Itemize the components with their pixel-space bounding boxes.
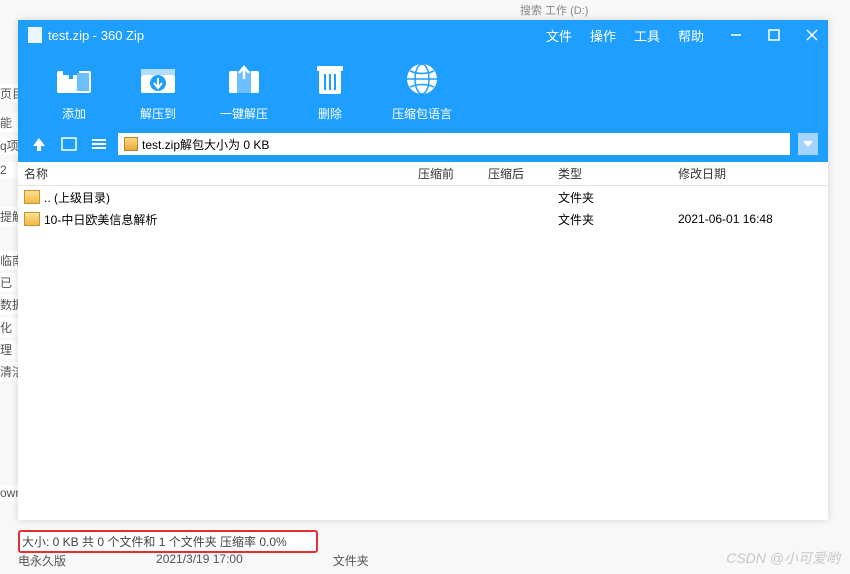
toolbar: 添加 解压到 一键解压 删除 压缩包语言 — [18, 50, 828, 130]
menu-bar: 文件 操作 工具 帮助 — [546, 26, 704, 45]
table-row[interactable]: .. (上级目录) 文件夹 — [18, 186, 828, 208]
minimize-button[interactable] — [724, 23, 748, 47]
col-pre[interactable]: 压缩前 — [418, 165, 488, 182]
col-name[interactable]: 名称 — [24, 165, 418, 182]
path-dropdown-button[interactable] — [798, 133, 818, 155]
search-remnant: 搜索 工作 (D:) — [520, 2, 588, 18]
col-type[interactable]: 类型 — [558, 165, 678, 182]
table-row[interactable]: 10-中日欧美信息解析 文件夹 2021-06-01 16:48 — [18, 208, 828, 230]
archive-icon — [124, 137, 138, 151]
oneclick-icon — [222, 59, 266, 99]
nav-bar: test.zip解包大小为 0 KB — [18, 130, 828, 162]
path-text: test.zip解包大小为 0 KB — [142, 136, 269, 153]
path-bar[interactable]: test.zip解包大小为 0 KB — [118, 133, 790, 155]
menu-help[interactable]: 帮助 — [678, 26, 704, 45]
view-list-button[interactable] — [88, 133, 110, 155]
watermark: CSDN @小可爱哟 — [726, 548, 840, 568]
nav-up-button[interactable] — [28, 133, 50, 155]
titlebar[interactable]: test.zip - 360 Zip 文件 操作 工具 帮助 — [18, 20, 828, 50]
maximize-button[interactable] — [762, 23, 786, 47]
app-window: test.zip - 360 Zip 文件 操作 工具 帮助 添加 解压到 一键… — [18, 20, 828, 520]
file-list[interactable]: .. (上级目录) 文件夹 10-中日欧美信息解析 文件夹 2021-06-01… — [18, 186, 828, 520]
extract-to-button[interactable]: 解压到 — [136, 59, 180, 122]
close-button[interactable] — [800, 23, 824, 47]
app-icon — [28, 27, 42, 43]
extract-icon — [136, 59, 180, 99]
column-header[interactable]: 名称 压缩前 压缩后 类型 修改日期 — [18, 162, 828, 186]
one-click-extract-button[interactable]: 一键解压 — [220, 59, 268, 122]
col-post[interactable]: 压缩后 — [488, 165, 558, 182]
folder-icon — [24, 190, 40, 204]
col-date[interactable]: 修改日期 — [678, 165, 828, 182]
globe-icon — [400, 59, 444, 99]
menu-tools[interactable]: 工具 — [634, 26, 660, 45]
add-icon — [52, 59, 96, 99]
folder-icon — [24, 212, 40, 226]
background-row: 电永久版2021/3/19 17:00文件夹 — [18, 552, 369, 569]
add-button[interactable]: 添加 — [52, 59, 96, 122]
view-icons-button[interactable] — [58, 133, 80, 155]
menu-file[interactable]: 文件 — [546, 26, 572, 45]
status-bar: 大小: 0 KB 共 0 个文件和 1 个文件夹 压缩率 0.0% — [18, 530, 318, 553]
menu-operate[interactable]: 操作 — [590, 26, 616, 45]
window-title: test.zip - 360 Zip — [48, 28, 546, 43]
language-button[interactable]: 压缩包语言 — [392, 59, 452, 122]
delete-button[interactable]: 删除 — [308, 59, 352, 122]
trash-icon — [308, 59, 352, 99]
